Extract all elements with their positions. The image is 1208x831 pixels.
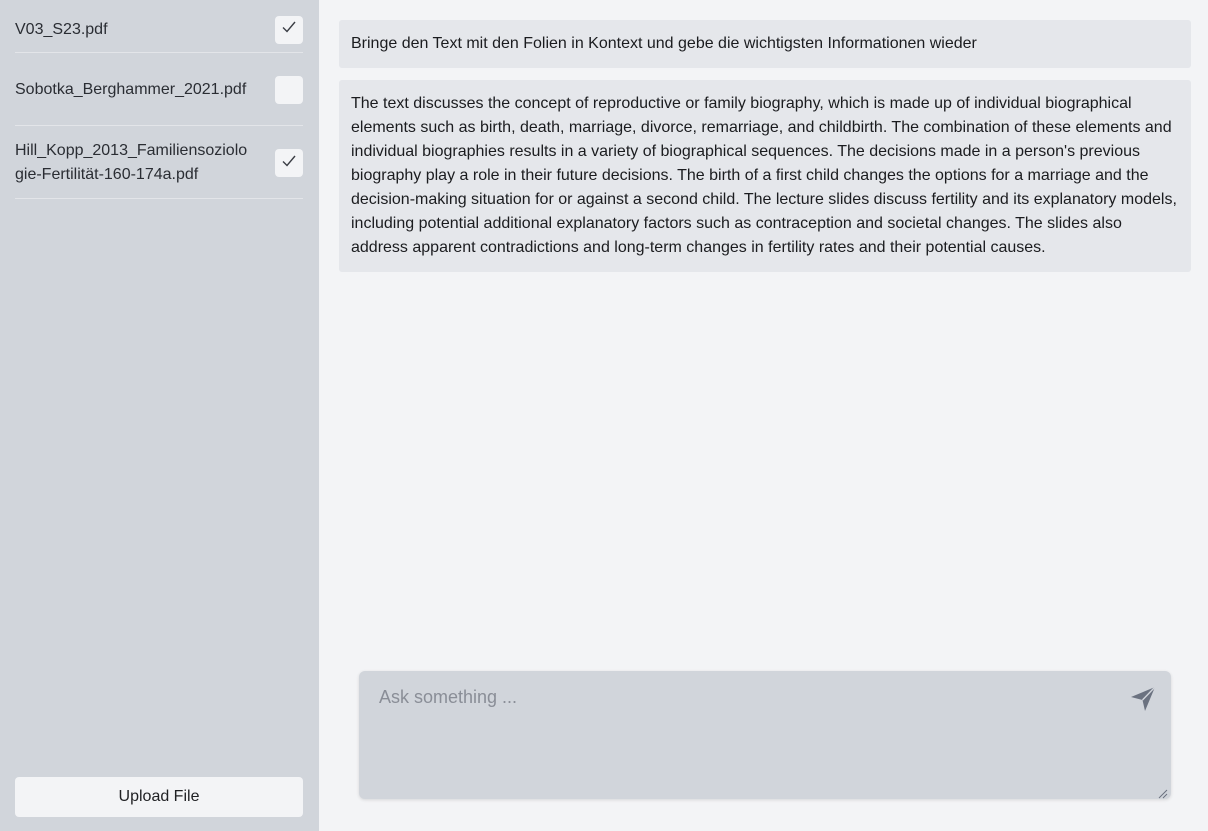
checkmark-icon (281, 20, 297, 39)
file-checkbox[interactable] (275, 76, 303, 104)
message-composer (359, 671, 1171, 799)
sidebar: V03_S23.pdf Sobotka_Berghammer_2021.pdf … (0, 0, 319, 831)
resize-handle-icon[interactable] (1158, 786, 1168, 799)
file-list: V03_S23.pdf Sobotka_Berghammer_2021.pdf … (15, 0, 303, 199)
file-item: Sobotka_Berghammer_2021.pdf (15, 53, 303, 126)
assistant-message: The text discusses the concept of reprod… (339, 80, 1191, 272)
file-name: Hill_Kopp_2013_Familiensoziologie-Fertil… (15, 142, 248, 183)
ask-input[interactable] (359, 671, 1171, 799)
file-name: V03_S23.pdf (15, 20, 108, 38)
file-item: Hill_Kopp_2013_Familiensoziologie-Fertil… (15, 126, 303, 199)
file-checkbox[interactable] (275, 149, 303, 177)
checkmark-icon (281, 154, 297, 173)
chat-panel: Bringe den Text mit den Folien in Kontex… (319, 0, 1208, 831)
upload-file-button[interactable]: Upload File (15, 777, 303, 817)
file-name: Sobotka_Berghammer_2021.pdf (15, 81, 247, 98)
user-message: Bringe den Text mit den Folien in Kontex… (339, 20, 1191, 68)
file-item: V03_S23.pdf (15, 0, 303, 53)
app-window: V03_S23.pdf Sobotka_Berghammer_2021.pdf … (0, 0, 1208, 831)
file-checkbox[interactable] (275, 15, 303, 44)
send-icon[interactable] (1128, 684, 1158, 714)
